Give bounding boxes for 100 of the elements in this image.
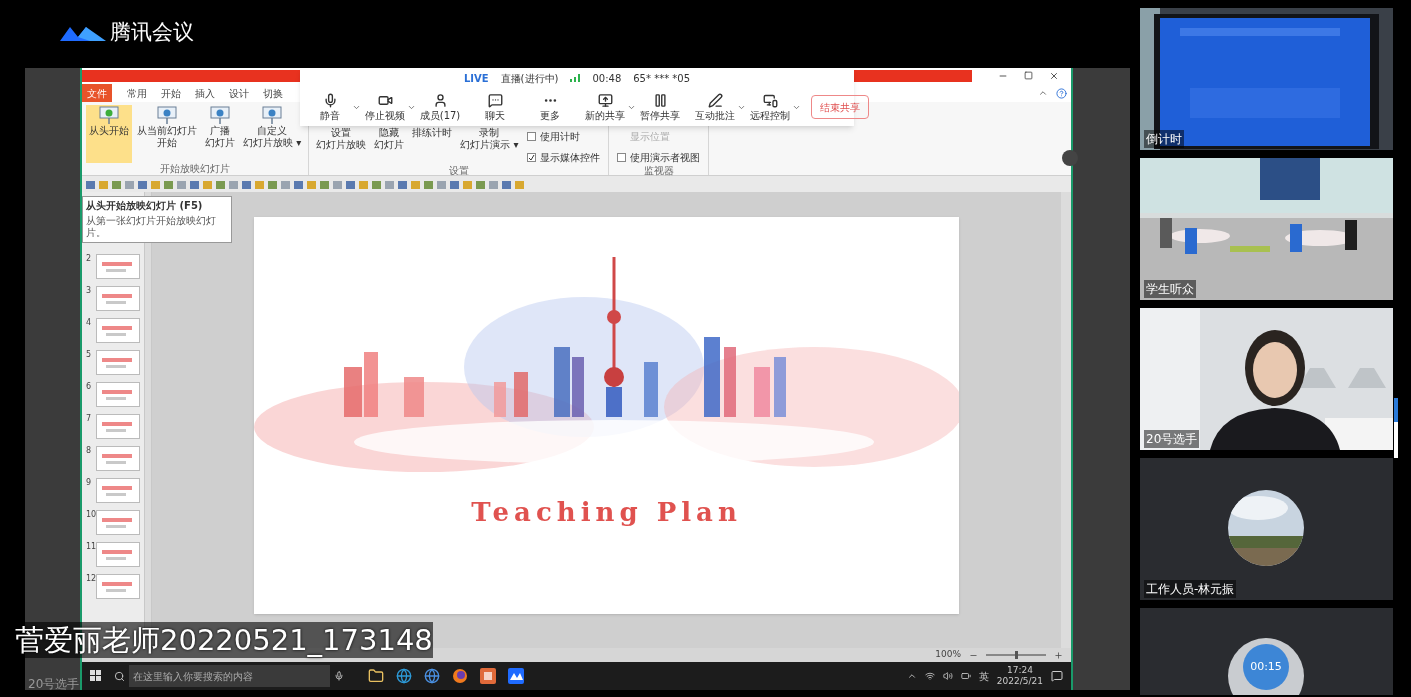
slide-thumbnail[interactable]	[96, 382, 140, 407]
tray-chevron-icon[interactable]	[906, 671, 917, 681]
participant-name: 倒计时	[1144, 130, 1184, 148]
slide-thumbnail[interactable]	[96, 286, 140, 311]
presentation-app-icon[interactable]	[480, 668, 496, 684]
ribbon-button[interactable]: 录制 幻灯片演示 ▾	[457, 127, 522, 163]
checkbox[interactable]	[617, 153, 627, 162]
zoom-level: 100%	[935, 648, 961, 662]
slide-number: 9	[86, 478, 93, 487]
zoom-in-icon[interactable]	[1054, 650, 1063, 660]
ribbon-group-label: 设置	[447, 165, 470, 177]
toolbar-button[interactable]: 更多	[528, 93, 572, 121]
toolbar-button[interactable]: 成员(17)	[418, 93, 462, 121]
ribbon-button[interactable]: 设置 幻灯片放映	[313, 127, 370, 163]
volume-icon[interactable]	[942, 671, 953, 681]
toolbar-button[interactable]: 新的共享	[583, 93, 627, 121]
ribbon-button[interactable]: 广播 幻灯片	[202, 105, 238, 163]
toolbar-button[interactable]: 静音	[308, 93, 352, 121]
network-icon[interactable]	[924, 671, 935, 681]
ribbon-button[interactable]: 从当前幻灯片 开始	[134, 105, 200, 163]
input-method[interactable]: 英	[978, 668, 989, 684]
ribbon-button[interactable]: 隐藏 幻灯片	[371, 127, 408, 163]
ribbon-tab[interactable]: 开始	[156, 84, 186, 102]
toolbar-button[interactable]: 互动批注	[693, 93, 737, 121]
ribbon-group-label: 监视器	[642, 165, 675, 177]
ribbon-button[interactable]: 从头开始	[86, 105, 132, 163]
search-icon[interactable]	[114, 670, 125, 682]
end-share-button[interactable]: 结束共享	[811, 95, 869, 119]
browser-icon[interactable]	[452, 668, 468, 684]
slideshow-icon	[98, 105, 120, 125]
slide-number: 3	[86, 286, 93, 295]
notification-icon[interactable]	[1051, 670, 1063, 682]
ribbon-tab[interactable]: 常用	[122, 84, 152, 102]
checkbox-row[interactable]: 使用演示者视图	[617, 150, 701, 165]
toolbar-button[interactable]: 暂停共享	[638, 93, 682, 121]
slide-number: 5	[86, 350, 93, 359]
close-icon[interactable]	[1049, 71, 1059, 81]
search-field[interactable]: 在这里输入你要搜索的内容	[129, 665, 330, 687]
slide-thumbnail[interactable]	[96, 510, 140, 535]
slide-thumbnail[interactable]	[96, 478, 140, 503]
clock-time: 17:24	[1006, 665, 1033, 676]
live-status: 直播(进行中)	[500, 71, 559, 86]
participant-name: 20号选手	[1144, 430, 1200, 448]
browser-icon[interactable]	[424, 668, 440, 684]
ribbon-tab[interactable]: 设计	[224, 84, 254, 102]
meeting-duration: 00:48	[592, 71, 622, 86]
chat-icon	[487, 93, 503, 108]
slide-thumbnail[interactable]	[96, 446, 140, 471]
meeting-app-icon[interactable]	[508, 668, 524, 684]
person-icon	[432, 93, 448, 108]
browser-icon[interactable]	[396, 668, 412, 684]
ribbon-group-label: 开始放映幻灯片	[159, 163, 232, 175]
signal-icon	[570, 74, 581, 82]
checkbox-row[interactable]: 使用计时	[527, 129, 601, 144]
ribbon-button[interactable]: 自定义 幻灯片放映 ▾	[240, 105, 305, 163]
collapse-button[interactable]	[1062, 150, 1078, 166]
meeting-id: 65* *** *05	[633, 71, 691, 86]
app-title: 腾讯会议	[110, 18, 194, 46]
slide-thumbnail[interactable]	[96, 542, 140, 567]
video-caption: 菅爱丽老师20220521_173148	[15, 622, 433, 658]
help-icon[interactable]	[1056, 87, 1067, 99]
slide-number: 6	[86, 382, 93, 391]
ribbon-button[interactable]: 排练计时	[409, 127, 456, 163]
slide-number: 7	[86, 414, 93, 423]
slide-thumbnail[interactable]	[96, 574, 140, 599]
windows-icon[interactable]	[90, 670, 102, 682]
pause-icon	[652, 93, 668, 108]
battery-icon[interactable]	[960, 671, 971, 681]
checkbox-row[interactable]: 显示媒体控件	[527, 150, 601, 165]
timer-text: 00:15	[1243, 644, 1289, 690]
slide-number: 11	[86, 542, 94, 551]
pen-icon	[707, 93, 723, 108]
participant-name: 工作人员-林元振	[1144, 580, 1237, 598]
slide-title: Teaching Plan	[470, 496, 743, 529]
slide-thumbnail[interactable]	[96, 414, 140, 439]
ribbon-tab[interactable]: 插入	[190, 84, 220, 102]
scroll-bar	[1394, 398, 1398, 458]
microphone-icon	[322, 93, 338, 108]
slide-thumbnail[interactable]	[96, 318, 140, 343]
maximize-icon[interactable]	[1024, 71, 1033, 80]
slideshow-icon	[156, 105, 178, 125]
slide-thumbnail[interactable]	[96, 350, 140, 375]
checkbox[interactable]	[527, 132, 537, 141]
slide-number: 12	[86, 574, 94, 583]
slide-thumbnail[interactable]	[96, 254, 140, 279]
toolbar-button[interactable]: 聊天	[473, 93, 517, 121]
folder-icon[interactable]	[368, 668, 384, 684]
slider-thumb[interactable]	[1015, 651, 1018, 659]
slideshow-icon	[209, 105, 231, 125]
toolbar-button[interactable]: 远程控制	[748, 93, 792, 121]
checkbox[interactable]	[527, 153, 537, 162]
participant-name: 20号选手	[28, 676, 80, 693]
ribbon-tab[interactable]: 切换	[258, 84, 288, 102]
monitor-icon	[762, 93, 778, 108]
tooltip-title: 从头开始放映幻灯片 (F5)	[86, 200, 204, 212]
toolbar-button[interactable]: 停止视频	[363, 93, 407, 121]
live-label: LIVE	[463, 71, 489, 86]
slide-number: 4	[86, 318, 93, 327]
slide-number: 8	[86, 446, 93, 455]
microphone-icon[interactable]	[334, 671, 344, 681]
